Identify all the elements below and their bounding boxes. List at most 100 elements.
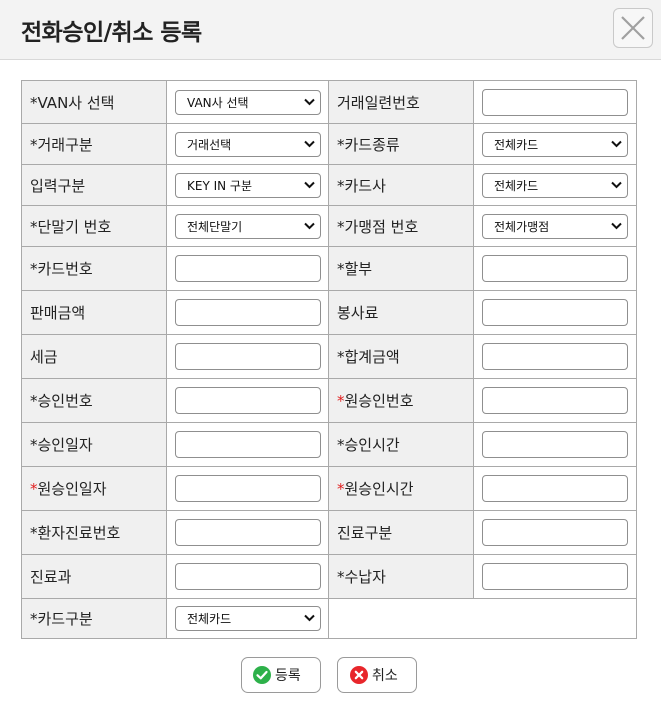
field-label-cell: *승인일자	[21, 422, 167, 467]
text-input[interactable]	[482, 475, 628, 502]
required-mark: *	[30, 436, 38, 454]
text-input[interactable]	[175, 343, 321, 370]
field-label-cell: *합계금액	[328, 334, 474, 379]
register-button-label: 등록	[275, 668, 301, 684]
dialog-header: 전화승인/취소 등록	[0, 0, 661, 60]
button-row: 등록 취소	[0, 657, 661, 693]
form-row: *카드번호 *할부	[21, 246, 637, 291]
chevron-down-icon	[304, 98, 315, 105]
field-label-cell: 거래일련번호	[328, 80, 474, 124]
required-mark: *	[337, 176, 345, 195]
check-circle-icon	[253, 666, 271, 684]
field-label-cell: *VAN사 선택	[21, 80, 167, 124]
text-input[interactable]	[482, 563, 628, 590]
field-label-cell: *카드종류	[328, 123, 474, 165]
required-mark: *	[30, 135, 38, 154]
field-label: 세금	[30, 348, 58, 366]
required-mark: *	[337, 436, 345, 454]
form-row: *VAN사 선택 VAN사 선택 거래일련번호	[21, 80, 637, 124]
field-label-cell: 진료과	[21, 554, 167, 599]
field-value-cell	[166, 290, 329, 335]
chevron-down-icon	[304, 614, 315, 622]
field-value-cell	[473, 378, 637, 423]
text-input[interactable]	[175, 255, 321, 282]
select-dropdown[interactable]: KEY IN 구분	[175, 172, 321, 198]
text-input[interactable]	[175, 563, 321, 590]
text-input[interactable]	[175, 475, 321, 502]
required-mark: *	[337, 260, 345, 278]
field-label: 카드번호	[37, 260, 93, 278]
form-row: *거래구분 거래선택 *카드종류 전체카드	[21, 123, 637, 165]
field-label-cell: *원승인번호	[328, 378, 474, 423]
text-input[interactable]	[482, 431, 628, 458]
text-input[interactable]	[175, 299, 321, 326]
text-input[interactable]	[482, 343, 628, 370]
field-label-cell: *가맹점 번호	[328, 205, 474, 247]
field-value-cell	[473, 466, 637, 511]
text-input[interactable]	[175, 431, 321, 458]
select-value: 전체카드	[494, 137, 539, 152]
close-button[interactable]	[613, 8, 653, 48]
field-value-cell: 전체가맹점	[473, 205, 637, 247]
required-mark: *	[337, 135, 345, 154]
field-label: 봉사료	[337, 304, 379, 322]
text-input[interactable]	[482, 519, 628, 546]
text-input[interactable]	[482, 387, 628, 414]
cancel-button-label: 취소	[372, 668, 398, 684]
form-row: 세금 *합계금액	[21, 334, 637, 379]
field-value-cell: KEY IN 구분	[166, 164, 329, 206]
x-circle-icon	[350, 666, 368, 684]
field-label-cell: *원승인시간	[328, 466, 474, 511]
text-input[interactable]	[175, 519, 321, 546]
form-row: *카드구분 전체카드	[21, 598, 637, 639]
field-label: 카드사	[344, 176, 386, 195]
required-mark: *	[30, 260, 38, 278]
chevron-down-icon	[304, 222, 315, 229]
field-value-cell: 거래선택	[166, 123, 329, 165]
text-input[interactable]	[175, 387, 321, 414]
form-row: *승인일자 *승인시간	[21, 422, 637, 467]
field-value-cell	[166, 422, 329, 467]
field-value-cell: 전체카드	[473, 123, 637, 165]
field-label-cell: *승인시간	[328, 422, 474, 467]
field-label: 입력구분	[30, 176, 86, 195]
select-value: 전체카드	[494, 178, 539, 193]
select-dropdown[interactable]: 거래선택	[175, 131, 321, 157]
field-value-cell	[473, 422, 637, 467]
text-input[interactable]	[482, 88, 628, 116]
select-dropdown[interactable]: 전체가맹점	[482, 213, 628, 239]
field-label: 판매금액	[30, 304, 86, 322]
select-dropdown[interactable]: 전체카드	[482, 172, 628, 198]
field-label: 거래구분	[37, 135, 93, 154]
field-label: 원승인번호	[344, 392, 414, 410]
field-label-cell: *원승인일자	[21, 466, 167, 511]
required-mark: *	[30, 93, 38, 112]
select-dropdown[interactable]: VAN사 선택	[175, 89, 321, 115]
field-label-cell: *할부	[328, 246, 474, 291]
form-row: *환자진료번호 진료구분	[21, 510, 637, 555]
field-label: VAN사 선택	[37, 93, 115, 112]
dialog-title: 전화승인/취소 등록	[21, 20, 202, 46]
chevron-down-icon	[611, 140, 622, 147]
field-label-cell: *환자진료번호	[21, 510, 167, 555]
field-label: 진료구분	[337, 524, 393, 542]
select-dropdown[interactable]: 전체카드	[482, 131, 628, 157]
select-dropdown[interactable]: 전체단말기	[175, 213, 321, 239]
field-value-cell	[166, 554, 329, 599]
cancel-button[interactable]: 취소	[337, 657, 417, 693]
chevron-down-icon	[611, 222, 622, 229]
field-value-cell: 전체단말기	[166, 205, 329, 247]
register-button[interactable]: 등록	[241, 657, 321, 693]
field-label-cell: 세금	[21, 334, 167, 379]
field-label: 진료과	[30, 568, 72, 586]
field-label: 승인번호	[37, 392, 93, 410]
required-mark: *	[30, 392, 38, 410]
text-input[interactable]	[482, 255, 628, 282]
select-value: 전체단말기	[187, 219, 243, 234]
text-input[interactable]	[482, 299, 628, 326]
field-label: 할부	[344, 260, 373, 278]
select-dropdown[interactable]: 전체카드	[175, 606, 321, 631]
field-label-cell: 판매금액	[21, 290, 167, 335]
required-mark: *	[337, 480, 345, 498]
field-label-cell: *카드번호	[21, 246, 167, 291]
